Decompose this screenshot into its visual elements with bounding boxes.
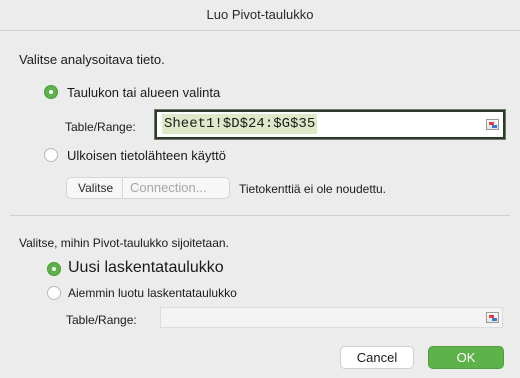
- cancel-button[interactable]: Cancel: [340, 346, 414, 369]
- choose-connection-button[interactable]: Valitse: [78, 181, 113, 195]
- section-divider: [10, 215, 510, 216]
- source-heading: Valitse analysoitava tieto.: [19, 52, 165, 67]
- connection-button[interactable]: Connection...: [130, 180, 207, 195]
- source-table-range-label: Table/Range:: [65, 120, 136, 134]
- titlebar-divider: [0, 30, 520, 31]
- radio-existing-worksheet-label[interactable]: Aiemmin luotu laskentataulukko: [68, 286, 237, 300]
- no-fields-text: Tietokenttiä ei ole noudettu.: [239, 182, 386, 196]
- range-collapse-icon[interactable]: [486, 119, 499, 130]
- dialog-title: Luo Pivot-taulukko: [206, 7, 314, 22]
- destination-table-range-field[interactable]: [160, 307, 503, 328]
- range-collapse-icon[interactable]: [486, 312, 499, 323]
- radio-existing-worksheet[interactable]: [47, 286, 61, 300]
- connection-segmented-control: Valitse Connection...: [66, 177, 230, 199]
- radio-external-source-label[interactable]: Ulkoisen tietolähteen käyttö: [67, 148, 226, 163]
- radio-new-worksheet-label[interactable]: Uusi laskentataulukko: [68, 259, 224, 277]
- segment-divider: [122, 178, 123, 198]
- source-table-range-value: Sheet1!$D$24:$G$35: [162, 114, 318, 134]
- ok-button[interactable]: OK: [428, 346, 504, 369]
- source-table-range-field[interactable]: Sheet1!$D$24:$G$35: [155, 110, 505, 139]
- radio-external-source[interactable]: [44, 148, 58, 162]
- destination-table-range-label: Table/Range:: [66, 313, 137, 327]
- radio-table-range[interactable]: [44, 85, 58, 99]
- destination-heading: Valitse, mihin Pivot-taulukko sijoitetaa…: [19, 236, 229, 250]
- radio-table-range-label[interactable]: Taulukon tai alueen valinta: [67, 85, 220, 100]
- radio-new-worksheet[interactable]: [47, 262, 61, 276]
